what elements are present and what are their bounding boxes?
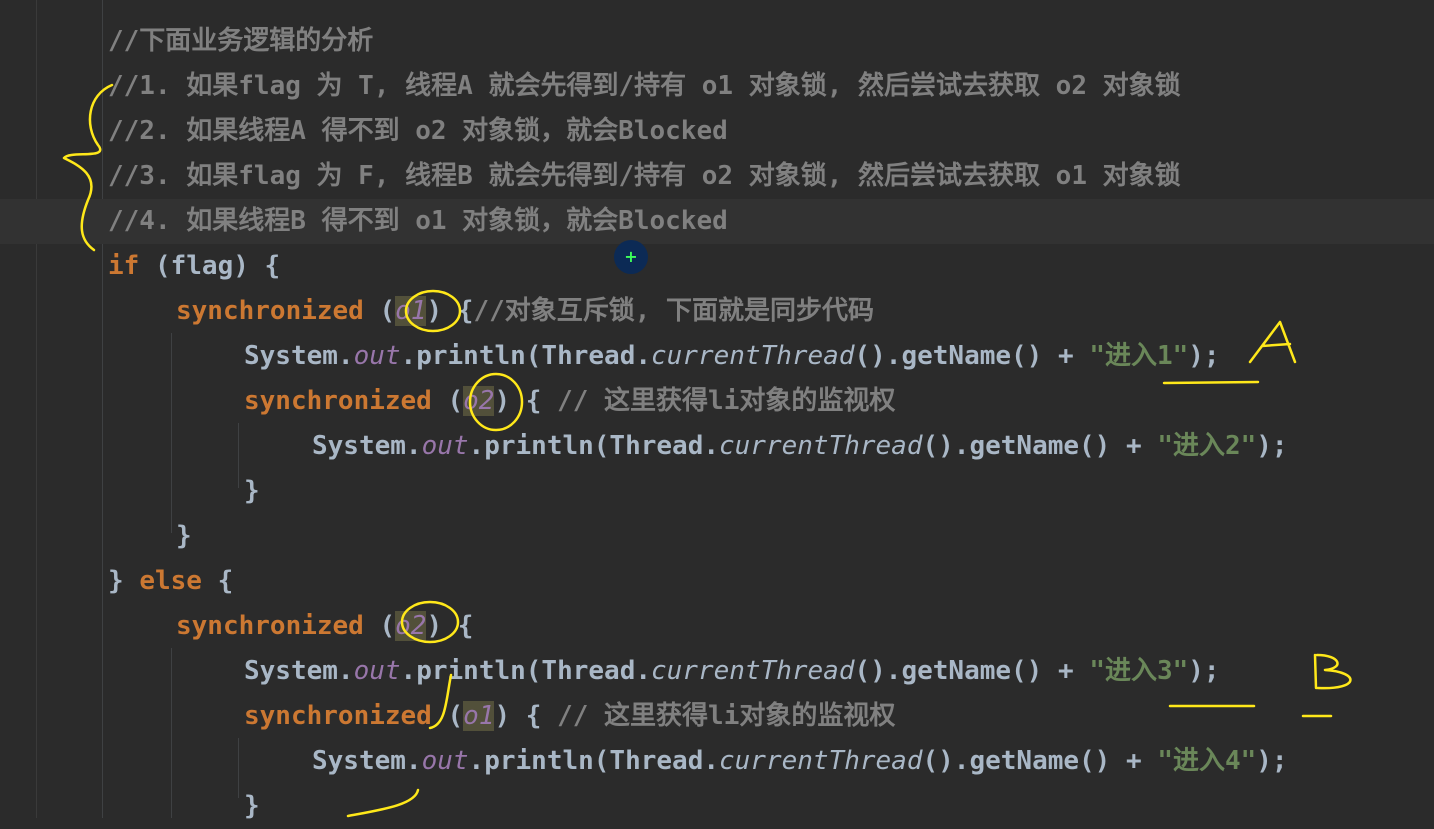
code-token: ) { — [494, 701, 558, 731]
code-token: ( — [431, 701, 464, 731]
code-token: o1 — [395, 296, 427, 326]
code-token: ) { — [494, 386, 558, 416]
code-token: //3. 如果flag 为 F, 线程B 就会先得到/持有 o2 对象锁, 然后… — [108, 161, 1181, 191]
code-line[interactable]: System.out.println(Thread.currentThread(… — [0, 424, 1434, 469]
mouse-cursor-icon: + — [614, 240, 648, 274]
code-token: ( — [363, 611, 396, 641]
code-line-content: System.out.println(Thread.currentThread(… — [244, 334, 1220, 379]
code-token: ) { — [426, 611, 474, 641]
code-token: //1. 如果flag 为 T, 线程A 就会先得到/持有 o1 对象锁, 然后… — [108, 71, 1181, 101]
code-token: out — [421, 746, 469, 776]
code-token: { — [201, 566, 234, 596]
code-token: currentThread — [719, 431, 923, 461]
code-line-content: } — [244, 784, 260, 829]
code-line-content: System.out.println(Thread.currentThread(… — [312, 739, 1288, 784]
code-token: currentThread — [651, 656, 855, 686]
code-line[interactable]: synchronized (o2) { — [0, 604, 1434, 649]
code-line-content: //2. 如果线程A 得不到 o2 对象锁，就会Blocked — [108, 109, 728, 154]
code-token: synchronized — [244, 701, 432, 731]
code-line-content: //3. 如果flag 为 F, 线程B 就会先得到/持有 o2 对象锁, 然后… — [108, 154, 1181, 199]
code-token: out — [353, 341, 401, 371]
code-line[interactable]: //下面业务逻辑的分析 — [0, 19, 1434, 64]
code-token: System. — [244, 656, 354, 686]
code-line[interactable]: System.out.println(Thread.currentThread(… — [0, 649, 1434, 694]
code-token: "进入2" — [1157, 431, 1257, 461]
code-token: ().getName() + — [922, 431, 1158, 461]
code-line[interactable]: System.out.println(Thread.currentThread(… — [0, 334, 1434, 379]
code-line[interactable]: } — [0, 784, 1434, 829]
code-line-content: synchronized (o1) { // 这里获得li对象的监视权 — [244, 694, 895, 739]
code-token: .println(Thread. — [400, 341, 651, 371]
code-line-content: synchronized (o2) { // 这里获得li对象的监视权 — [244, 379, 895, 424]
code-line[interactable]: synchronized (o1) { // 这里获得li对象的监视权 — [0, 694, 1434, 739]
code-token: //对象互斥锁, 下面就是同步代码 — [473, 296, 875, 326]
code-token: ); — [1256, 431, 1288, 461]
code-token: } — [176, 521, 192, 551]
code-line[interactable]: //2. 如果线程A 得不到 o2 对象锁，就会Blocked — [0, 109, 1434, 154]
code-token: ().getName() + — [922, 746, 1158, 776]
code-line-content: } — [244, 469, 260, 514]
code-line-content: synchronized (o1) {//对象互斥锁, 下面就是同步代码 — [176, 289, 874, 334]
code-token: currentThread — [651, 341, 855, 371]
code-token: // 这里获得li对象的监视权 — [557, 701, 896, 731]
code-token: o2 — [395, 611, 427, 641]
code-editor[interactable]: //下面业务逻辑的分析 //1. 如果flag 为 T, 线程A 就会先得到/持有… — [0, 0, 1434, 821]
code-token: } — [108, 566, 140, 596]
code-token: out — [353, 656, 401, 686]
code-token: else — [139, 566, 202, 596]
code-line-content: if (flag) { — [108, 244, 280, 289]
code-line[interactable]: } else { — [0, 559, 1434, 604]
code-token: // 这里获得li对象的监视权 — [557, 386, 896, 416]
code-token: out — [421, 431, 469, 461]
code-line-content: synchronized (o2) { — [176, 604, 473, 649]
code-token: //下面业务逻辑的分析 — [108, 26, 374, 56]
code-line[interactable]: //1. 如果flag 为 T, 线程A 就会先得到/持有 o1 对象锁, 然后… — [0, 64, 1434, 109]
code-line[interactable]: synchronized (o1) {//对象互斥锁, 下面就是同步代码 — [0, 289, 1434, 334]
code-token: currentThread — [719, 746, 923, 776]
code-line-content: System.out.println(Thread.currentThread(… — [312, 424, 1288, 469]
code-token: //4. 如果线程B 得不到 o1 对象锁，就会Blocked — [108, 206, 728, 236]
code-token: System. — [312, 431, 422, 461]
code-token: ().getName() + — [854, 341, 1090, 371]
code-line[interactable]: //4. 如果线程B 得不到 o1 对象锁，就会Blocked — [0, 199, 1434, 244]
code-line-content: //下面业务逻辑的分析 — [108, 19, 373, 64]
code-token: (flag) { — [139, 251, 281, 281]
code-token: } — [244, 791, 260, 821]
code-line-content: System.out.println(Thread.currentThread(… — [244, 649, 1220, 694]
code-token: System. — [312, 746, 422, 776]
code-token: ().getName() + — [854, 656, 1090, 686]
code-token: ( — [363, 296, 396, 326]
code-token: o2 — [463, 386, 495, 416]
code-token: .println(Thread. — [400, 656, 651, 686]
code-token: .println(Thread. — [468, 431, 719, 461]
code-token: } — [244, 476, 260, 506]
code-token: ) { — [426, 296, 474, 326]
code-line[interactable]: } — [0, 469, 1434, 514]
code-line-content: //1. 如果flag 为 T, 线程A 就会先得到/持有 o1 对象锁, 然后… — [108, 64, 1181, 109]
code-token: if — [108, 251, 140, 281]
code-token: System. — [244, 341, 354, 371]
code-token: synchronized — [244, 386, 432, 416]
code-token: //2. 如果线程A 得不到 o2 对象锁，就会Blocked — [108, 116, 728, 146]
code-line-content: } else { — [108, 559, 233, 604]
code-token: "进入3" — [1089, 656, 1189, 686]
code-token: ( — [431, 386, 464, 416]
code-line-content: } — [176, 514, 192, 559]
code-token: synchronized — [176, 611, 364, 641]
code-line[interactable]: synchronized (o2) { // 这里获得li对象的监视权 — [0, 379, 1434, 424]
code-line[interactable]: System.out.println(Thread.currentThread(… — [0, 739, 1434, 784]
code-line[interactable]: if (flag) { — [0, 244, 1434, 289]
code-token: "进入4" — [1157, 746, 1257, 776]
code-line[interactable]: //3. 如果flag 为 F, 线程B 就会先得到/持有 o2 对象锁, 然后… — [0, 154, 1434, 199]
code-token: ); — [1256, 746, 1288, 776]
code-line[interactable]: } — [0, 514, 1434, 559]
code-token: "进入1" — [1089, 341, 1189, 371]
code-token: ); — [1188, 656, 1220, 686]
code-token: synchronized — [176, 296, 364, 326]
code-line-content: //4. 如果线程B 得不到 o1 对象锁，就会Blocked — [108, 199, 728, 244]
code-token: ); — [1188, 341, 1220, 371]
code-token: .println(Thread. — [468, 746, 719, 776]
code-token: o1 — [463, 701, 495, 731]
